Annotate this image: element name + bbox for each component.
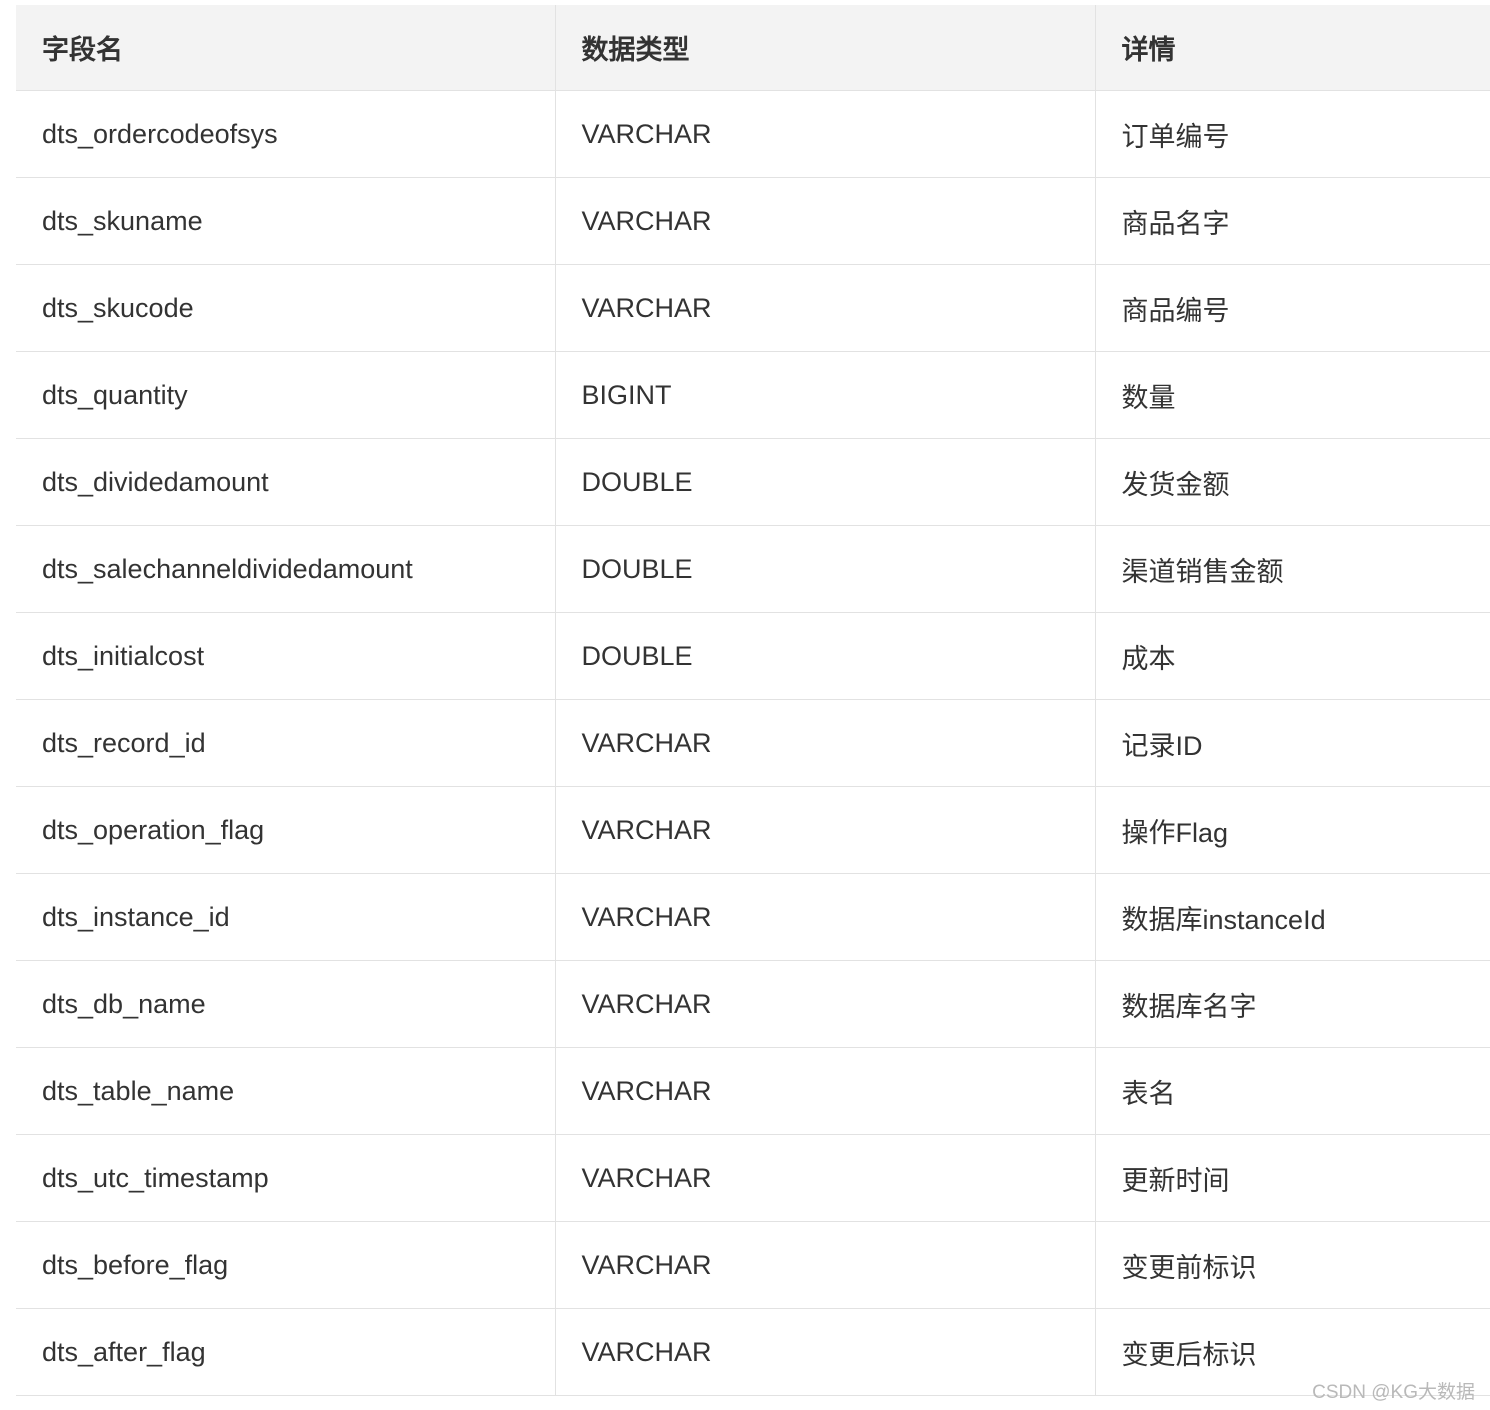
details-cell: 更新时间 [1094,1134,1490,1222]
data-type-cell: VARCHAR [554,1047,1095,1135]
data-type-cell: VARCHAR [554,1134,1095,1222]
data-type-cell: VARCHAR [554,177,1095,265]
data-type-cell: DOUBLE [554,612,1095,700]
field-name-cell: dts_after_flag [16,1308,555,1396]
data-type-cell: VARCHAR [554,786,1095,874]
field-name-cell: dts_utc_timestamp [16,1134,555,1222]
data-type-cell: BIGINT [554,351,1095,439]
table-row: dts_after_flag VARCHAR 变更后标识 [16,1308,1490,1396]
data-type-cell: VARCHAR [554,699,1095,787]
details-cell: 商品编号 [1094,264,1490,352]
field-name-cell: dts_skucode [16,264,555,352]
field-name-cell: dts_quantity [16,351,555,439]
table-row: dts_instance_id VARCHAR 数据库instanceId [16,873,1490,961]
table-row: dts_salechanneldividedamount DOUBLE 渠道销售金额 [16,525,1490,613]
watermark: CSDN @KG大数据 [1312,1382,1475,1403]
field-name-cell: dts_dividedamount [16,438,555,526]
data-type-cell: VARCHAR [554,1221,1095,1309]
table-row: dts_quantity BIGINT 数量 [16,351,1490,439]
field-name-cell: dts_table_name [16,1047,555,1135]
column-header-details: 详情 [1094,5,1490,91]
details-cell: 变更前标识 [1094,1221,1490,1309]
table-row: dts_ordercodeofsys VARCHAR 订单编号 [16,90,1490,178]
data-type-cell: VARCHAR [554,873,1095,961]
details-cell: 成本 [1094,612,1490,700]
field-name-cell: dts_operation_flag [16,786,555,874]
field-name-cell: dts_record_id [16,699,555,787]
field-name-cell: dts_ordercodeofsys [16,90,555,178]
details-cell: 操作Flag [1094,786,1490,874]
details-cell: 数据库名字 [1094,960,1490,1048]
table-row: dts_operation_flag VARCHAR 操作Flag [16,786,1490,874]
column-header-data-type: 数据类型 [554,5,1095,91]
schema-table-container: 字段名 数据类型 详情 dts_ordercodeofsys VARCHAR 订单编… [16,5,1490,1396]
column-header-field-name: 字段名 [16,5,555,91]
field-name-cell: dts_instance_id [16,873,555,961]
details-cell: 记录ID [1094,699,1490,787]
details-cell: 表名 [1094,1047,1490,1135]
details-cell: 发货金额 [1094,438,1490,526]
table-row: dts_table_name VARCHAR 表名 [16,1047,1490,1135]
table-row: dts_utc_timestamp VARCHAR 更新时间 [16,1134,1490,1222]
table-row: dts_before_flag VARCHAR 变更前标识 [16,1221,1490,1309]
table-header-row: 字段名 数据类型 详情 [16,5,1490,91]
schema-table: 字段名 数据类型 详情 dts_ordercodeofsys VARCHAR 订单编… [16,5,1490,1396]
data-type-cell: VARCHAR [554,1308,1095,1396]
table-row: dts_dividedamount DOUBLE 发货金额 [16,438,1490,526]
details-cell: 订单编号 [1094,90,1490,178]
table-row: dts_db_name VARCHAR 数据库名字 [16,960,1490,1048]
table-body: dts_ordercodeofsys VARCHAR 订单编号 dts_skuname… [16,90,1490,1396]
table-row: dts_skucode VARCHAR 商品编号 [16,264,1490,352]
field-name-cell: dts_initialcost [16,612,555,700]
field-name-cell: dts_salechanneldividedamount [16,525,555,613]
table-row: dts_initialcost DOUBLE 成本 [16,612,1490,700]
table-row: dts_record_id VARCHAR 记录ID [16,699,1490,787]
details-cell: 数据库instanceId [1094,873,1490,961]
data-type-cell: DOUBLE [554,525,1095,613]
field-name-cell: dts_before_flag [16,1221,555,1309]
data-type-cell: VARCHAR [554,90,1095,178]
details-cell: 渠道销售金额 [1094,525,1490,613]
data-type-cell: VARCHAR [554,264,1095,352]
details-cell: 数量 [1094,351,1490,439]
details-cell: 商品名字 [1094,177,1490,265]
field-name-cell: dts_db_name [16,960,555,1048]
data-type-cell: VARCHAR [554,960,1095,1048]
table-row: dts_skuname VARCHAR 商品名字 [16,177,1490,265]
data-type-cell: DOUBLE [554,438,1095,526]
field-name-cell: dts_skuname [16,177,555,265]
